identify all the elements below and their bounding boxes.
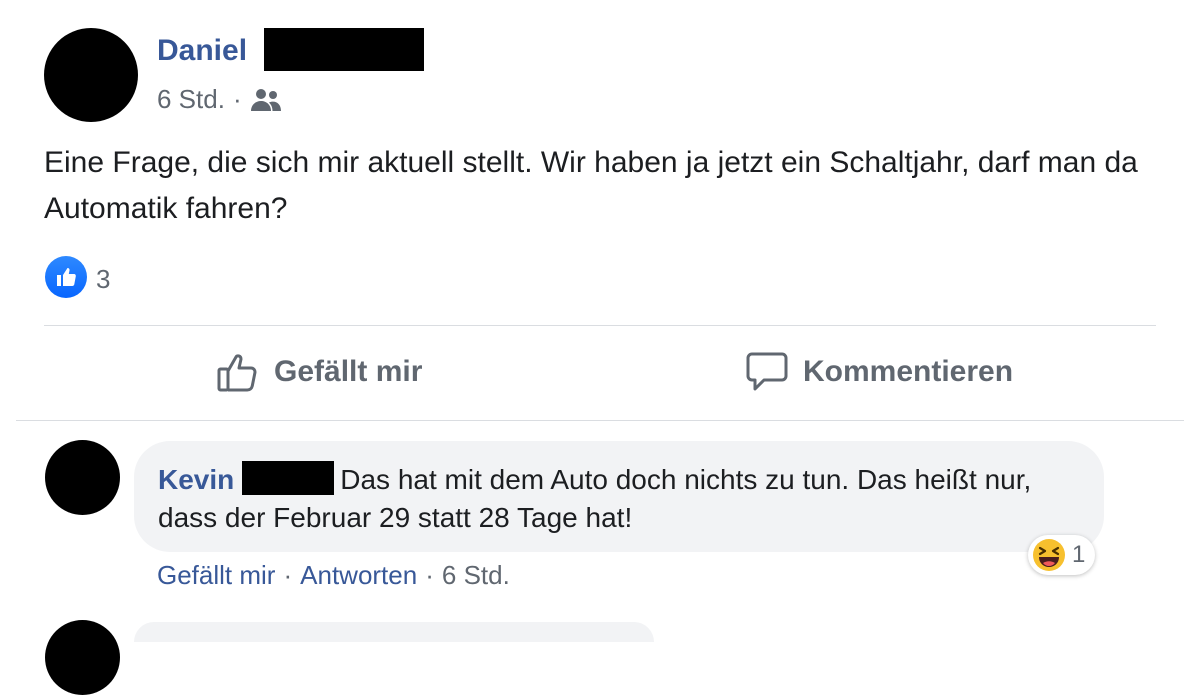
comment-button[interactable]: Kommentieren [745, 350, 1013, 394]
thumbs-up-outline-icon [216, 350, 274, 394]
friends-icon[interactable] [250, 87, 282, 113]
comment-author-name[interactable]: Kevin [158, 464, 234, 495]
divider [44, 325, 1156, 326]
comment-author-avatar[interactable] [45, 440, 120, 515]
post-author-avatar[interactable] [44, 28, 138, 122]
post-author-name[interactable]: Daniel [157, 34, 247, 68]
post-timestamp[interactable]: 6 Std. [157, 84, 225, 115]
comment-actions: Gefällt mir · Antworten · 6 Std. [157, 560, 510, 591]
meta-separator: · [425, 560, 434, 590]
next-comment-avatar[interactable] [45, 620, 120, 695]
like-button[interactable]: Gefällt mir [216, 350, 422, 394]
divider [16, 420, 1184, 421]
comment-reaction-summary[interactable]: 1 [1028, 535, 1096, 575]
comment-button-label: Kommentieren [803, 355, 1014, 388]
next-comment-bubble [134, 622, 654, 642]
comment-like-link[interactable]: Gefällt mir [157, 560, 275, 591]
redacted-last-name [242, 461, 335, 495]
redacted-last-name [264, 28, 424, 71]
meta-separator: · [232, 84, 242, 114]
post-meta: 6 Std. · [157, 84, 282, 115]
comment-timestamp[interactable]: 6 Std. [442, 560, 510, 591]
post-text: Eine Frage, die sich mir aktuell stellt.… [44, 146, 1138, 225]
speech-bubble-icon [745, 350, 803, 394]
comment-reaction-count: 1 [1072, 541, 1086, 568]
comment-reply-link[interactable]: Antworten [300, 560, 417, 591]
thumbs-up-icon[interactable] [45, 256, 87, 298]
meta-separator: · [283, 560, 293, 590]
comment-bubble: Kevin Das hat mit dem Auto doch nichts zu… [134, 441, 1104, 552]
reaction-count[interactable]: 3 [96, 264, 110, 295]
like-button-label: Gefällt mir [274, 355, 423, 388]
laughing-emoji-icon [1032, 538, 1066, 572]
